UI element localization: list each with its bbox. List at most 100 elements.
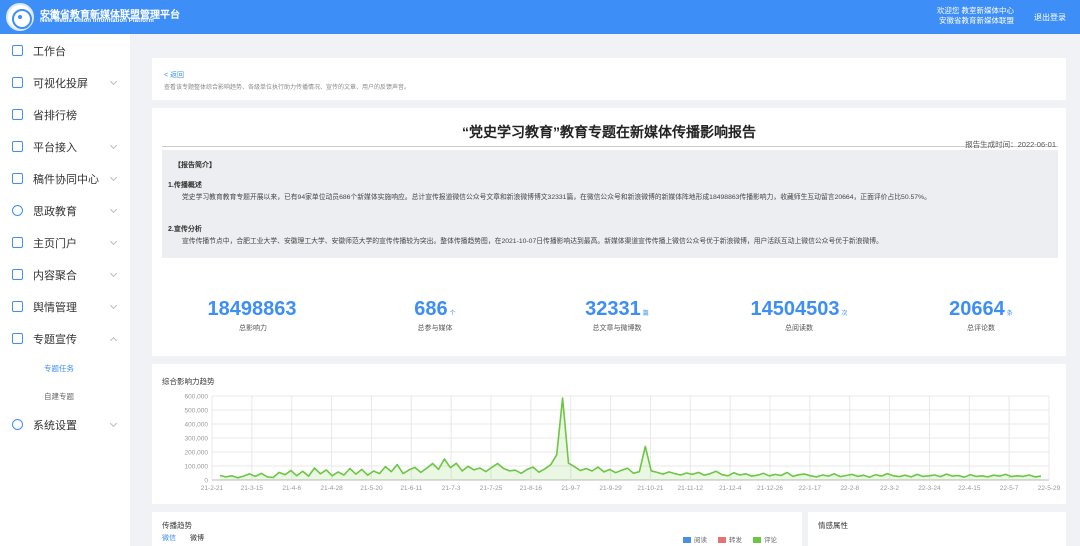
sidebar-item-platform-access[interactable]: 平台接入 — [0, 131, 130, 163]
stat-unit: 篇 — [642, 311, 649, 317]
legend-swatch — [683, 536, 691, 543]
sidebar-subitem-label: 自建专题 — [44, 392, 74, 401]
legend-swatch — [718, 536, 726, 543]
sidebar-subitem-topic-tasks[interactable]: 专题任务 — [0, 354, 130, 382]
panel-title: 传播趋势 — [162, 521, 192, 530]
logout-button[interactable]: 退出登录 — [1034, 12, 1066, 23]
sidebar-item-label: 可视化投屏 — [33, 78, 88, 90]
section-text-analysis: 宣传传播节点中，合肥工业大学、安徽理工大学、安徽师范大学的宣传传播较为突出。整体… — [182, 238, 883, 245]
y-tick-label: 200,000 — [185, 450, 209, 457]
x-tick-label: 21-9-29 — [599, 485, 622, 492]
platform-logo-icon[interactable] — [6, 3, 34, 31]
section-title-overview: 1.传播概述 — [168, 182, 202, 189]
intro-card: < 返回 查看该专题整体综合影响趋势、各级单位执行助力传播情况、宣传的文章、用户… — [152, 58, 1066, 100]
pie-icon — [12, 205, 23, 216]
sidebar-item-label: 思政教育 — [33, 206, 77, 218]
stat-label: 总阅读数 — [785, 325, 813, 332]
x-tick-label: 21-12-4 — [719, 485, 742, 492]
x-tick-label: 22-2-8 — [840, 485, 859, 492]
spread-trend-panel: 传播趋势 微信 微博 阅读 转发 评论 — [152, 512, 802, 546]
y-tick-label: 400,000 — [185, 422, 209, 429]
x-tick-label: 22-3-2 — [880, 485, 899, 492]
stat-value: 14504503 — [750, 298, 840, 320]
sidebar-item-label: 内容聚合 — [33, 270, 77, 282]
chevron-down-icon — [109, 269, 118, 278]
x-tick-label: 21-11-12 — [678, 485, 704, 492]
report-card: “党史学习教育”教育专题在新媒体传播影响报告 报告生成时间：2022-06-01… — [152, 108, 1066, 356]
x-tick-label: 22-4-15 — [958, 485, 981, 492]
y-tick-label: 600,000 — [185, 394, 209, 401]
sidebar-item-label: 省排行榜 — [33, 110, 77, 122]
stat-total-media: 686 个 总参与媒体 — [344, 298, 526, 333]
sidebar-item-label: 工作台 — [33, 46, 66, 58]
legend-swatch — [753, 536, 761, 543]
sidebar-item-system-settings[interactable]: 系统设置 — [0, 409, 130, 441]
sidebar-item-content-aggregation[interactable]: 内容聚合 — [0, 259, 130, 291]
tab-wechat[interactable]: 微信 — [162, 533, 176, 543]
sidebar-item-label: 主页门户 — [33, 238, 77, 250]
report-date: 报告生成时间：2022-06-01 — [965, 140, 1056, 149]
opinion-icon — [12, 301, 23, 312]
sidebar-item-topic-promotion[interactable]: 专题宣传 — [0, 323, 130, 355]
x-tick-label: 21-2-21 — [201, 485, 224, 492]
stat-total-reads: 14504503 次 总阅读数 — [708, 298, 890, 333]
sentiment-panel: 情感属性 — [808, 512, 1066, 546]
stat-unit: 个 — [449, 311, 456, 317]
trend-chart: 0 100,000 200,000 300,000 400,000 500,000 600,… — [185, 394, 1061, 493]
tab-weibo[interactable]: 微博 — [190, 533, 204, 543]
report-summary: 【报告简介】 1.传播概述 党史学习教育教育专题开展以来，已有94家单位动员68… — [162, 150, 1058, 258]
chevron-down-icon — [109, 141, 118, 150]
sidebar-item-ideology-education[interactable]: 思政教育 — [0, 195, 130, 227]
x-tick-label: 21-3-15 — [241, 485, 264, 492]
x-tick-label: 21-7-25 — [480, 485, 503, 492]
welcome-text: 欢迎您 教室新媒体中心 安徽省教育新媒体联盟 — [937, 6, 1014, 26]
sidebar-item-workbench[interactable]: 工作台 — [0, 35, 130, 67]
stat-unit: 次 — [841, 311, 848, 317]
sidebar-item-visual-screen[interactable]: 可视化投屏 — [0, 67, 130, 99]
y-tick-label: 100,000 — [185, 464, 209, 471]
section-title-analysis: 2.宣传分析 — [168, 226, 202, 233]
sidebar-item-public-opinion[interactable]: 舆情管理 — [0, 291, 130, 323]
chevron-down-icon — [109, 77, 118, 86]
document-icon — [12, 173, 23, 184]
sidebar-item-manuscript-center[interactable]: 稿件协同中心 — [0, 163, 130, 195]
x-tick-label: 21-8-16 — [520, 485, 543, 492]
legend-forward[interactable]: 转发 — [718, 534, 742, 544]
chevron-down-icon — [109, 237, 118, 246]
stat-label: 总文章与微博数 — [592, 325, 642, 332]
top-bar: 安徽省教育新媒体联盟管理平台 New Media Union Informati… — [0, 0, 1080, 34]
panel-title: 情感属性 — [818, 521, 848, 530]
title-divider — [162, 146, 1058, 147]
stat-total-influence: 18498863 总影响力 — [162, 298, 344, 333]
sidebar-item-portal[interactable]: 主页门户 — [0, 227, 130, 259]
legend-read[interactable]: 阅读 — [683, 534, 707, 544]
x-tick-label: 21-4-28 — [320, 485, 343, 492]
stat-total-articles: 32331 篇 总文章与微博数 — [526, 298, 708, 333]
stat-label: 总评论数 — [967, 325, 995, 332]
x-tick-label: 21-6-11 — [400, 485, 422, 492]
stat-label: 总参与媒体 — [417, 325, 453, 332]
chevron-up-icon — [109, 336, 118, 345]
y-tick-label: 500,000 — [185, 408, 209, 415]
x-tick-label: 22-1-17 — [799, 485, 822, 492]
sidebar-item-ranking[interactable]: 省排行榜 — [0, 99, 130, 131]
x-tick-label: 21-4-6 — [282, 485, 301, 492]
trend-chart-card: 综合影响力趋势 0 100,000 200,000 300,000 400,000 500… — [152, 364, 1066, 504]
stat-total-comments: 20664 条 总评论数 — [890, 298, 1072, 333]
stat-value: 32331 — [585, 298, 641, 320]
legend-comment[interactable]: 评论 — [753, 534, 777, 544]
network-icon — [12, 141, 23, 152]
sidebar-item-label: 舆情管理 — [33, 302, 77, 314]
chevron-down-icon — [109, 419, 118, 428]
back-link[interactable]: < 返回 — [164, 70, 184, 80]
portal-icon — [12, 237, 23, 248]
sidebar-item-label: 专题宣传 — [33, 334, 77, 346]
x-tick-label: 21-7-3 — [442, 485, 461, 492]
sidebar-item-label: 平台接入 — [33, 142, 77, 154]
sidebar-subitem-custom-topics[interactable]: 自建专题 — [0, 382, 130, 410]
welcome-user: 欢迎您 教室新媒体中心 — [936, 6, 1014, 15]
chevron-down-icon — [109, 301, 118, 310]
sidebar-item-label: 稿件协同中心 — [33, 174, 99, 186]
sidebar-subitem-label: 专题任务 — [44, 364, 74, 373]
y-tick-label: 300,000 — [185, 436, 209, 443]
